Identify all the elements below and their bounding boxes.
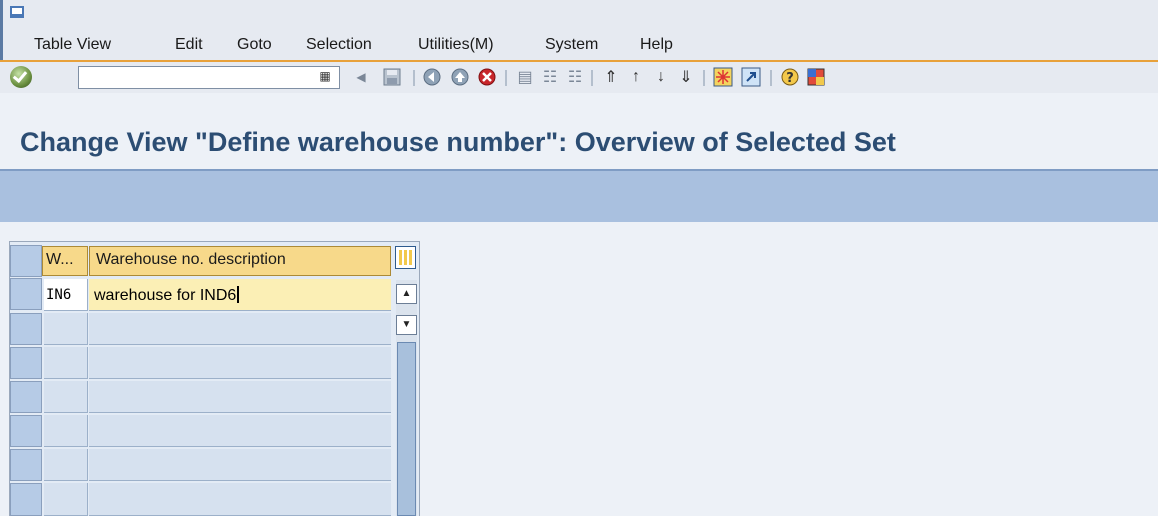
warehouse-cell[interactable] <box>44 347 88 379</box>
description-cell[interactable] <box>89 381 391 413</box>
menu-selection[interactable]: Selection <box>306 36 372 54</box>
application-toolbar <box>0 169 1158 222</box>
help-icon[interactable]: ? <box>779 66 801 88</box>
select-all-button[interactable] <box>10 245 42 277</box>
warehouse-cell[interactable] <box>44 381 88 413</box>
exit-icon[interactable] <box>449 66 471 88</box>
toolbar-separator <box>413 70 415 86</box>
menu-system[interactable]: System <box>545 36 598 54</box>
description-cell[interactable] <box>89 483 391 516</box>
svg-text:?: ? <box>786 71 794 86</box>
command-field[interactable] <box>78 66 340 89</box>
print-icon[interactable]: ▤ <box>514 66 536 88</box>
menu-table-view[interactable]: Table View <box>34 36 111 54</box>
find-next-icon[interactable]: ☷ <box>564 66 586 88</box>
warehouse-cell[interactable] <box>44 415 88 447</box>
back-arrow-icon[interactable]: ◀ <box>350 66 372 88</box>
menu-utilities[interactable]: Utilities(M) <box>418 36 494 54</box>
column-header-warehouse[interactable]: W... <box>42 246 88 276</box>
column-header-description[interactable]: Warehouse no. description <box>89 246 391 276</box>
scroll-up-button[interactable]: ▲ <box>396 284 417 304</box>
enter-icon[interactable] <box>10 66 32 88</box>
next-page-icon[interactable]: ↓ <box>650 66 672 88</box>
warehouse-cell[interactable] <box>44 449 88 481</box>
scrollbar-thumb[interactable] <box>397 342 416 516</box>
warehouse-cell[interactable] <box>44 483 88 516</box>
row-selector[interactable] <box>10 449 42 481</box>
toolbar-separator <box>505 70 507 86</box>
create-shortcut-icon[interactable] <box>740 66 762 88</box>
description-cell[interactable] <box>89 415 391 447</box>
description-text: warehouse for IND6 <box>94 287 237 304</box>
description-cell[interactable] <box>89 449 391 481</box>
row-selector[interactable] <box>10 347 42 379</box>
menu-edit[interactable]: Edit <box>175 36 203 54</box>
warehouse-cell[interactable] <box>44 313 88 345</box>
back-icon[interactable] <box>421 66 443 88</box>
menu-help[interactable]: Help <box>640 36 673 54</box>
create-session-icon[interactable] <box>712 66 734 88</box>
description-cell[interactable] <box>89 313 391 345</box>
customize-layout-icon[interactable] <box>805 66 827 88</box>
previous-page-icon[interactable]: ↑ <box>625 66 647 88</box>
row-selector[interactable] <box>10 415 42 447</box>
row-selector[interactable] <box>10 381 42 413</box>
row-selector[interactable] <box>10 483 42 516</box>
text-cursor <box>237 286 240 303</box>
row-selector[interactable] <box>10 278 42 310</box>
description-cell[interactable]: warehouse for IND6 <box>89 279 391 311</box>
history-dropdown-icon[interactable]: ▦ <box>318 69 332 85</box>
system-menu-icon[interactable] <box>10 6 24 18</box>
table-settings-icon[interactable] <box>395 246 416 269</box>
find-icon[interactable]: ☷ <box>539 66 561 88</box>
first-page-icon[interactable]: ⇑ <box>600 66 622 88</box>
warehouse-cell[interactable]: IN6 <box>44 279 88 311</box>
toolbar-separator <box>703 70 705 86</box>
save-icon[interactable] <box>381 66 403 88</box>
scroll-down-button[interactable]: ▼ <box>396 315 417 335</box>
menu-goto[interactable]: Goto <box>237 36 272 54</box>
toolbar-separator <box>770 70 772 86</box>
cancel-icon[interactable] <box>476 66 498 88</box>
description-cell[interactable] <box>89 347 391 379</box>
row-selector[interactable] <box>10 313 42 345</box>
page-title: Change View "Define warehouse number": O… <box>20 127 896 157</box>
toolbar-separator <box>591 70 593 86</box>
last-page-icon[interactable]: ⇓ <box>675 66 697 88</box>
